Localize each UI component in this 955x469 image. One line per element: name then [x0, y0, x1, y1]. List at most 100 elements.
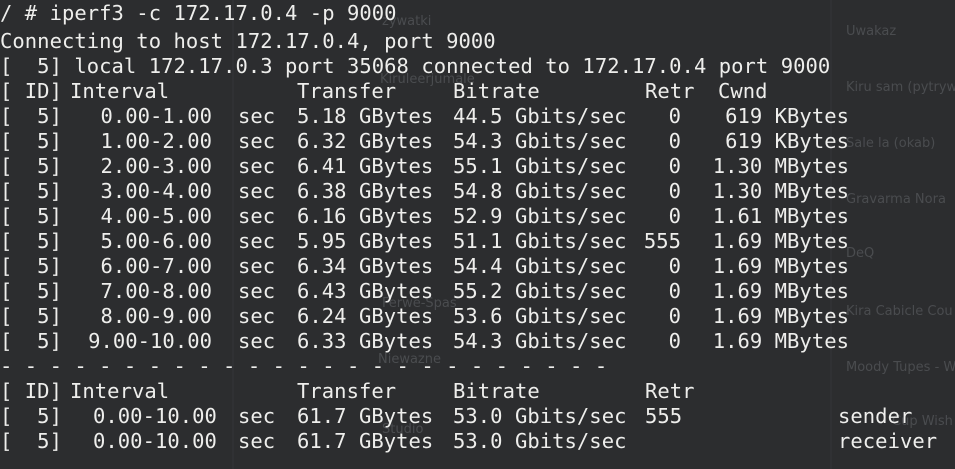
row-id: [ 5]	[0, 204, 62, 228]
row-cwnd: 1.30 MBytes	[712, 154, 849, 178]
header-retr: Retr	[645, 79, 695, 103]
row-id: [ 5]	[0, 279, 62, 303]
header-retr: Retr	[645, 379, 695, 403]
row-cwnd: 1.69 MBytes	[712, 279, 849, 303]
row-transfer: 6.41 GBytes	[297, 154, 434, 178]
row-transfer: 6.24 GBytes	[297, 304, 434, 328]
row-cwnd: 1.30 MBytes	[712, 179, 849, 203]
table-row: [ 5] 0.00-1.00 sec 5.18 GBytes 44.5 Gbits/se…	[0, 104, 955, 129]
header-transfer: Transfer	[297, 79, 397, 103]
row-cwnd: 1.69 MBytes	[712, 304, 849, 328]
row-retr: 0	[668, 254, 681, 278]
row-transfer: 61.7 GBytes	[297, 429, 434, 453]
row-cwnd: 619 KBytes	[725, 104, 849, 128]
row-retr: 0	[668, 204, 681, 228]
row-bitrate: 53.6 Gbits/sec	[453, 304, 627, 328]
row-id: [ 5]	[0, 304, 62, 328]
row-unit: sec	[238, 279, 276, 303]
table-row: [ 5] 7.00-8.00 sec 6.43 GBytes 55.2 Gbits/se…	[0, 279, 955, 304]
row-bitrate: 54.3 Gbits/sec	[453, 329, 627, 353]
table-row: [ 5] 4.00-5.00 sec 6.16 GBytes 52.9 Gbits/se…	[0, 204, 955, 229]
row-transfer: 6.32 GBytes	[297, 129, 434, 153]
row-retr: 0	[668, 104, 681, 128]
header-interval: Interval	[70, 379, 170, 403]
row-cwnd: 1.61 MBytes	[712, 204, 849, 228]
row-id: [ 5]	[0, 404, 62, 428]
table-header: [ ID] Interval Transfer Bitrate Retr Cwn…	[0, 79, 955, 104]
row-interval: 7.00-8.00	[100, 279, 212, 303]
row-bitrate: 53.0 Gbits/sec	[453, 429, 627, 453]
row-transfer: 5.18 GBytes	[297, 104, 434, 128]
row-interval: 6.00-7.00	[100, 254, 212, 278]
summary-header: [ ID] Interval Transfer Bitrate Retr	[0, 379, 955, 404]
header-id: [ ID]	[0, 379, 62, 403]
table-row: [ 5] 1.00-2.00 sec 6.32 GBytes 54.3 Gbits/se…	[0, 129, 955, 154]
row-interval: 2.00-3.00	[100, 154, 212, 178]
header-bitrate: Bitrate	[453, 79, 540, 103]
row-bitrate: 54.3 Gbits/sec	[453, 129, 627, 153]
row-id: [ 5]	[0, 229, 62, 253]
row-unit: sec	[238, 404, 276, 428]
row-unit: sec	[238, 304, 276, 328]
row-id: [ 5]	[0, 254, 62, 278]
row-interval: 8.00-9.00	[100, 304, 212, 328]
header-id: [ ID]	[0, 79, 62, 103]
row-interval: 0.00-10.00	[93, 404, 217, 428]
row-retr: 0	[668, 329, 681, 353]
row-role: sender	[838, 404, 913, 428]
separator-line: - - - - - - - - - - - - - - - - - - - - …	[0, 354, 608, 378]
local-connection-line: [ 5] local 172.17.0.3 port 35068 connect…	[0, 54, 831, 78]
table-row: [ 5] 8.00-9.00 sec 6.24 GBytes 53.6 Gbits/se…	[0, 304, 955, 329]
table-row: [ 5] 5.00-6.00 sec 5.95 GBytes 51.1 Gbits/se…	[0, 229, 955, 254]
row-unit: sec	[238, 104, 276, 128]
row-bitrate: 54.8 Gbits/sec	[453, 179, 627, 203]
row-transfer: 6.38 GBytes	[297, 179, 434, 203]
row-bitrate: 52.9 Gbits/sec	[453, 204, 627, 228]
row-cwnd: 1.69 MBytes	[712, 254, 849, 278]
row-id: [ 5]	[0, 179, 62, 203]
row-interval: 9.00-10.00	[88, 329, 212, 353]
row-id: [ 5]	[0, 429, 62, 453]
header-interval: Interval	[70, 79, 170, 103]
command-line: / # iperf3 -c 172.17.0.4 -p 9000	[0, 1, 397, 25]
table-row: [ 5] 9.00-10.00 sec 6.33 GBytes 54.3 Gbits/s…	[0, 329, 955, 354]
connecting-line: Connecting to host 172.17.0.4, port 9000	[0, 29, 496, 53]
row-cwnd: 1.69 MBytes	[712, 329, 849, 353]
row-unit: sec	[238, 329, 276, 353]
row-retr: 0	[668, 154, 681, 178]
row-interval: 5.00-6.00	[100, 229, 212, 253]
row-bitrate: 55.1 Gbits/sec	[453, 154, 627, 178]
row-unit: sec	[238, 179, 276, 203]
table-row: [ 5] 3.00-4.00 sec 6.38 GBytes 54.8 Gbits/se…	[0, 179, 955, 204]
row-cwnd: 1.69 MBytes	[712, 229, 849, 253]
row-interval: 0.00-1.00	[100, 104, 212, 128]
header-transfer: Transfer	[297, 379, 397, 403]
row-interval: 0.00-10.00	[93, 429, 217, 453]
row-transfer: 61.7 GBytes	[297, 404, 434, 428]
row-bitrate: 54.4 Gbits/sec	[453, 254, 627, 278]
terminal-output[interactable]: / # iperf3 -c 172.17.0.4 -p 9000 Connect…	[0, 0, 955, 469]
row-role: receiver	[838, 429, 938, 453]
row-unit: sec	[238, 429, 276, 453]
row-interval: 3.00-4.00	[100, 179, 212, 203]
row-transfer: 6.16 GBytes	[297, 204, 434, 228]
row-interval: 4.00-5.00	[100, 204, 212, 228]
row-unit: sec	[238, 204, 276, 228]
row-unit: sec	[238, 254, 276, 278]
row-transfer: 6.43 GBytes	[297, 279, 434, 303]
row-bitrate: 55.2 Gbits/sec	[453, 279, 627, 303]
row-transfer: 6.34 GBytes	[297, 254, 434, 278]
table-row: [ 5] 2.00-3.00 sec 6.41 GBytes 55.1 Gbits/se…	[0, 154, 955, 179]
row-unit: sec	[238, 229, 276, 253]
row-bitrate: 53.0 Gbits/sec	[453, 404, 627, 428]
header-bitrate: Bitrate	[453, 379, 540, 403]
row-unit: sec	[238, 154, 276, 178]
row-retr: 555	[643, 229, 681, 253]
row-cwnd: 619 KBytes	[725, 129, 849, 153]
row-retr: 0	[668, 279, 681, 303]
summary-row-sender: [ 5] 0.00-10.00 sec 61.7 GBytes 53.0 Gbi…	[0, 404, 955, 429]
row-unit: sec	[238, 129, 276, 153]
row-retr: 555	[645, 404, 683, 428]
row-retr: 0	[668, 129, 681, 153]
row-transfer: 6.33 GBytes	[297, 329, 434, 353]
